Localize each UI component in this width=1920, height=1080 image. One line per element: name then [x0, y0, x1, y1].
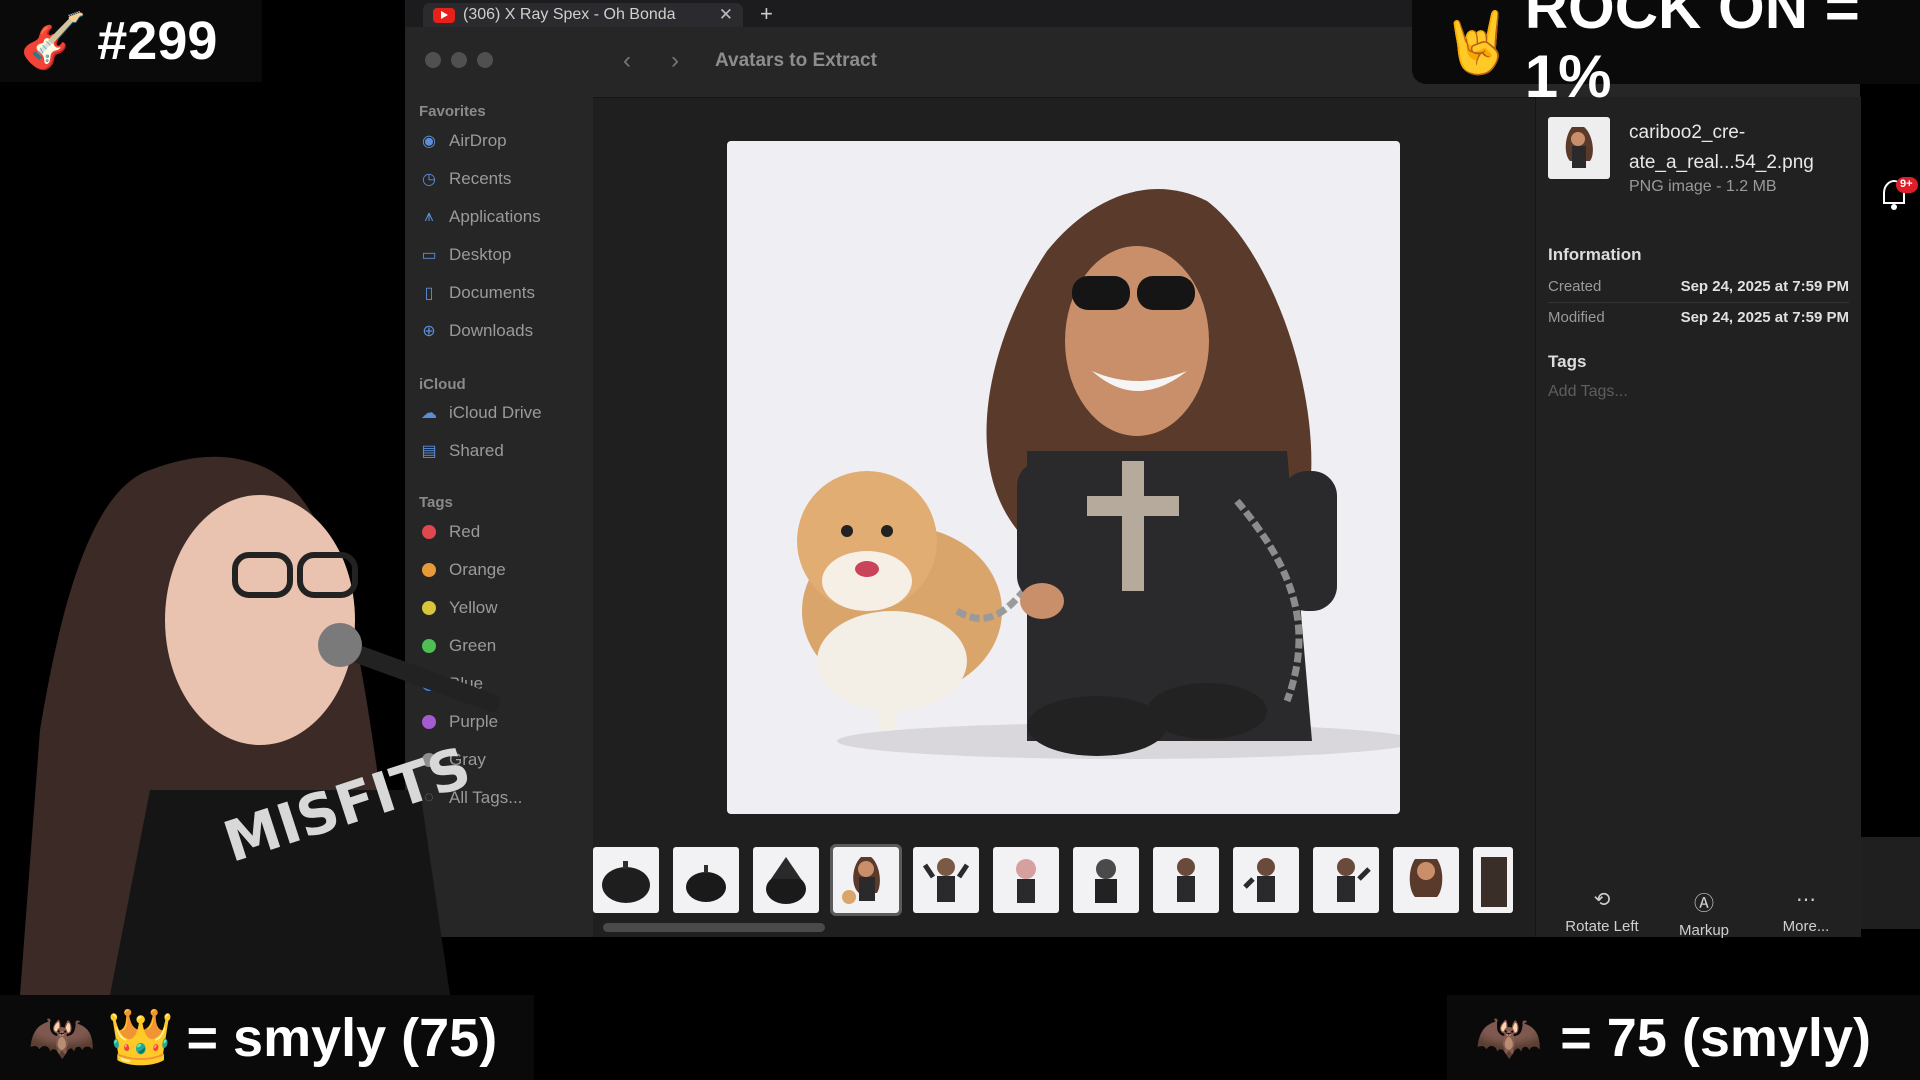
back-button[interactable]: ‹	[623, 47, 631, 75]
rock-on-overlay: 🤘 ROCK ON = 1%	[1412, 0, 1920, 110]
thumbnail[interactable]	[1393, 847, 1459, 913]
sidebar-item-applications[interactable]: ⩚ Applications	[419, 205, 540, 229]
file-thumbnail	[1548, 117, 1610, 179]
divider	[1548, 302, 1849, 303]
notification-badge: 9+	[1900, 178, 1913, 190]
more-icon: ⋯	[1796, 889, 1816, 911]
modified-label: Modified	[1548, 309, 1605, 326]
favorites-header: Favorites	[419, 103, 486, 120]
thumbnail[interactable]	[1153, 847, 1219, 913]
stream-number-overlay: 🎸 #299	[0, 0, 262, 82]
markup-button[interactable]: Ⓐ Markup	[1654, 887, 1754, 939]
clock-icon: ◷	[422, 171, 436, 188]
youtube-icon	[433, 7, 455, 23]
download-icon: ⊕	[422, 323, 436, 340]
browser-tab[interactable]: (306) X Ray Spex - Oh Bonda ✕	[423, 3, 743, 27]
crown-icon: 👑	[107, 1007, 175, 1067]
inspector-panel: cariboo2_cre- ate_a_real...54_2.png PNG …	[1535, 97, 1861, 939]
desktop-icon: ▭	[421, 247, 437, 264]
thumbnail-selected[interactable]	[830, 844, 902, 916]
rotate-left-icon: ⟲	[1593, 889, 1611, 911]
bat-icon: 🦇	[28, 1007, 96, 1067]
created-label: Created	[1548, 278, 1602, 295]
king-overlay: 🦇 = 75 (smyly)	[1447, 995, 1920, 1080]
rock-hand-icon: 🤘	[1440, 8, 1515, 76]
close-tab-icon[interactable]: ✕	[719, 5, 733, 25]
guitar-icon: 🎸	[20, 10, 88, 71]
sidebar-item-airdrop[interactable]: ◉ AirDrop	[419, 129, 507, 153]
browser-tab-strip: (306) X Ray Spex - Oh Bonda ✕ +	[405, 0, 1415, 27]
document-icon: ▯	[424, 285, 434, 302]
information-header: Information	[1548, 245, 1642, 264]
thumbnail[interactable]	[753, 847, 819, 913]
thumbnail[interactable]	[1073, 847, 1139, 913]
sidebar-item-documents[interactable]: ▯ Documents	[419, 281, 535, 305]
webcam-feed: MISFITS	[0, 430, 520, 995]
close-window-button[interactable]	[425, 52, 441, 68]
thumbnail[interactable]	[993, 847, 1059, 913]
thumbnail[interactable]	[593, 847, 659, 913]
icloud-header: iCloud	[419, 376, 466, 393]
thumbnail[interactable]	[1233, 847, 1299, 913]
airdrop-icon: ◉	[422, 133, 436, 150]
forward-button[interactable]: ›	[671, 47, 679, 75]
tab-title: (306) X Ray Spex - Oh Bonda	[463, 6, 676, 23]
modified-value: Sep 24, 2025 at 7:59 PM	[1680, 309, 1849, 326]
notification-bell-icon[interactable]: 9+	[1878, 175, 1920, 213]
finder-window: Favorites ◉ AirDrop ◷ Recents ⩚ Applicat…	[405, 27, 1920, 939]
zoom-window-button[interactable]	[477, 52, 493, 68]
sidebar-item-recents[interactable]: ◷ Recents	[419, 167, 511, 191]
bat-icon: 🦇	[1475, 1007, 1543, 1067]
file-kind: PNG image - 1.2 MB	[1629, 178, 1777, 195]
cloud-icon: ☁	[421, 405, 437, 422]
thumbnail[interactable]	[673, 847, 739, 913]
window-title: Avatars to Extract	[715, 50, 877, 71]
sidebar-item-desktop[interactable]: ▭ Desktop	[419, 243, 511, 267]
minimize-window-button[interactable]	[451, 52, 467, 68]
thumbnail[interactable]	[1473, 847, 1513, 913]
more-button[interactable]: ⋯ More...	[1756, 887, 1856, 935]
crown-overlay: 🦇 👑 = smyly (75)	[0, 995, 534, 1080]
file-name: cariboo2_cre- ate_a_real...54_2.png	[1629, 122, 1814, 173]
sidebar-item-downloads[interactable]: ⊕ Downloads	[419, 319, 533, 343]
applications-icon: ⩚	[424, 208, 434, 225]
image-preview	[727, 141, 1400, 814]
sidebar-item-icloud-drive[interactable]: ☁ iCloud Drive	[419, 401, 542, 425]
add-tags-field[interactable]: Add Tags...	[1548, 383, 1628, 401]
tags-section-header: Tags	[1548, 352, 1587, 371]
created-value: Sep 24, 2025 at 7:59 PM	[1680, 278, 1849, 295]
horizontal-scrollbar[interactable]	[603, 923, 825, 932]
markup-icon: Ⓐ	[1694, 893, 1714, 915]
rotate-left-button[interactable]: ⟲ Rotate Left	[1552, 887, 1652, 935]
new-tab-button[interactable]: +	[760, 1, 773, 27]
thumbnail[interactable]	[913, 847, 979, 913]
thumbnail[interactable]	[1313, 847, 1379, 913]
